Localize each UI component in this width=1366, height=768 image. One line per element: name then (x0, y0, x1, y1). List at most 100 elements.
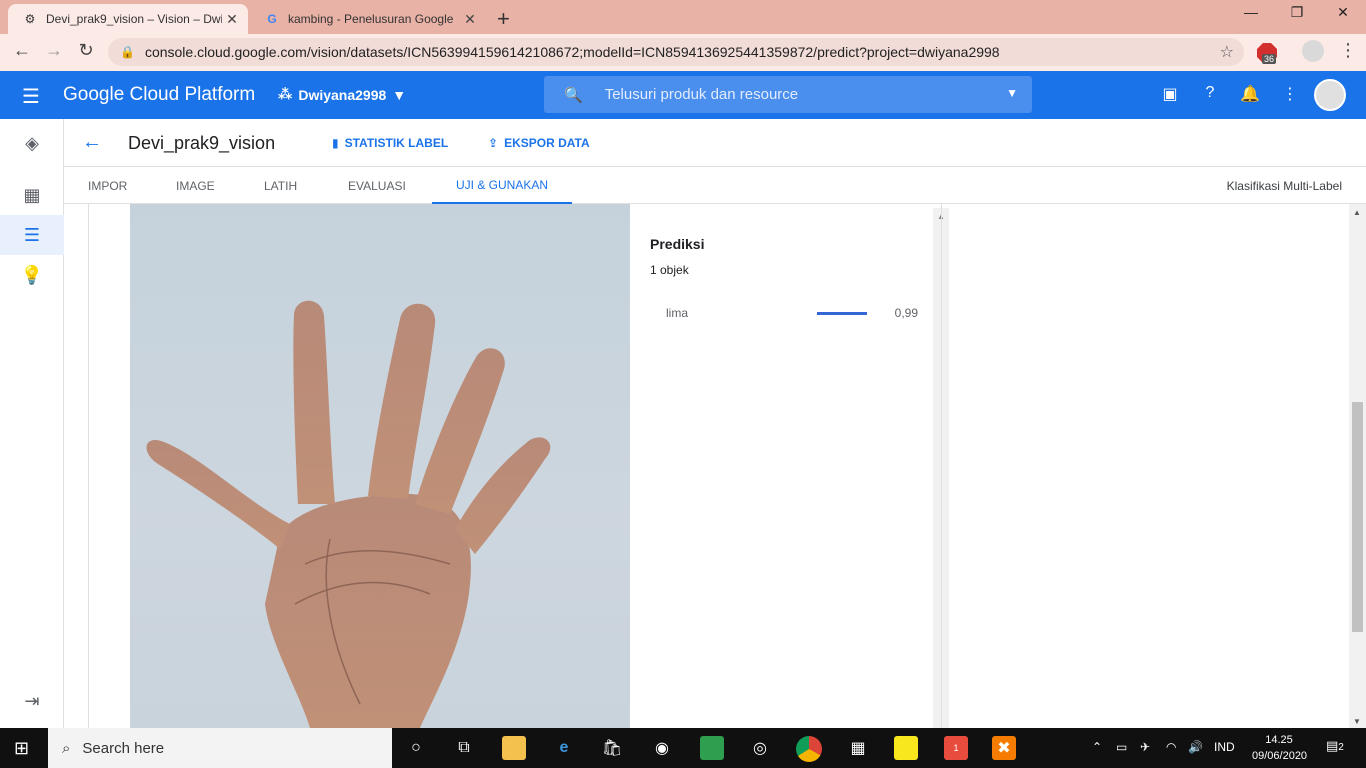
search-placeholder: Telusuri produk dan resource (604, 86, 799, 103)
search-input[interactable]: 🔍 Telusuri produk dan resource ▼ (544, 76, 1032, 113)
restore-window-button[interactable]: ❐ (1274, 4, 1320, 21)
object-count: 1 objek (650, 263, 689, 277)
reload-icon[interactable]: ↻ (74, 40, 98, 61)
bar-chart-icon: ▮ (332, 136, 339, 150)
app-icon[interactable]: 1 (944, 736, 968, 760)
scroll-up-icon[interactable]: ▲ (1353, 208, 1361, 217)
volume-icon[interactable]: 🔊 (1188, 740, 1203, 754)
scrollbar-thumb[interactable] (1352, 402, 1363, 632)
search-icon: ⌕ (62, 739, 71, 757)
label-stats-label: STATISTIK LABEL (344, 136, 449, 150)
tab-uji-gunakan[interactable]: UJI & GUNAKAN (432, 167, 573, 204)
lock-icon[interactable]: 🔒 (120, 45, 135, 59)
back-icon[interactable]: ← (10, 40, 34, 61)
left-rail: ◈ ▦ ☰ 💡 ⇥ (0, 119, 64, 728)
chevron-down-icon: ▼ (392, 86, 407, 103)
new-tab-button[interactable]: + (497, 6, 510, 32)
project-name: Dwiyana2998 (298, 86, 387, 103)
page-scrollbar[interactable]: ▲ ▼ (1349, 204, 1366, 728)
browser-tab-vision[interactable]: ⚙ Devi_prak9_vision – Vision – Dwiy ✕ (8, 4, 248, 34)
prediction-title: Prediksi (650, 236, 705, 252)
prediction-label: lima (666, 306, 689, 320)
network-icon[interactable]: ✈ (1140, 740, 1150, 754)
clock-date: 09/06/2020 (1252, 750, 1308, 762)
bookmark-star-icon[interactable]: ☆ (1220, 42, 1234, 62)
tab-image[interactable]: IMAGE (176, 167, 215, 204)
score-bar-fill (817, 312, 867, 315)
forward-icon[interactable]: → (42, 40, 66, 61)
export-data-label: EKSPOR DATA (504, 136, 590, 150)
google-favicon-icon: G (267, 12, 277, 26)
language-indicator[interactable]: IND (1214, 740, 1235, 754)
scroll-down-icon[interactable]: ▼ (1353, 717, 1361, 726)
action-center-icon[interactable]: ▤2 (1326, 738, 1344, 754)
export-data-button[interactable]: ⇪ EKSPOR DATA (488, 136, 590, 150)
close-tab-icon[interactable]: ✕ (222, 11, 242, 28)
adblock-extension-icon[interactable]: 36 (1256, 42, 1278, 69)
profile-avatar[interactable] (1302, 40, 1324, 62)
hamburger-menu-icon[interactable]: ☰ (22, 84, 40, 109)
chevron-down-icon[interactable]: ▼ (1006, 86, 1018, 100)
search-icon: 🔍 (564, 86, 583, 104)
prediction-score: 0,99 (894, 306, 918, 320)
url-text: console.cloud.google.com/vision/datasets… (144, 44, 1000, 60)
browser-menu-icon[interactable]: ⋮ (1336, 40, 1360, 61)
taskbar-search-input[interactable]: ⌕ Search here (48, 728, 392, 768)
page-tabs: IMPOR IMAGE LATIH EVALUASI UJI & GUNAKAN… (64, 167, 1366, 204)
notifications-icon[interactable]: 🔔 (1240, 84, 1260, 104)
expand-rail-icon[interactable]: ⇥ (0, 681, 64, 721)
show-hidden-icons-icon[interactable]: ⌃ (1092, 740, 1102, 754)
address-bar[interactable]: 🔒 console.cloud.google.com/vision/datase… (108, 38, 1244, 66)
gcp-favicon-icon: ⚙ (24, 12, 36, 26)
tab-evaluasi[interactable]: EVALUASI (348, 167, 406, 204)
extension-badge: 36 (1262, 54, 1277, 64)
xampp-icon[interactable]: ✖ (992, 736, 1016, 760)
sticky-notes-icon[interactable] (894, 736, 918, 760)
test-image (130, 204, 630, 728)
close-tab-icon[interactable]: ✕ (460, 11, 480, 28)
browser-tab-google[interactable]: G kambing - Penelusuran Google ✕ (250, 4, 486, 34)
upload-icon: ⇪ (488, 136, 499, 150)
label-stats-button[interactable]: ▮ STATISTIK LABEL (332, 136, 448, 150)
browser-tab-title: kambing - Penelusuran Google (288, 12, 454, 26)
minimize-window-button[interactable]: — (1228, 4, 1274, 20)
edge-icon[interactable]: e (552, 736, 576, 760)
page-header: ← Devi_prak9_vision ▮ STATISTIK LABEL ⇪ … (64, 119, 1366, 167)
datasets-list-icon[interactable]: ☰ (0, 215, 64, 255)
cortana-icon[interactable]: ○ (404, 736, 428, 760)
notes-icon[interactable] (700, 736, 724, 760)
main-content: Prediksi 1 objek lima 0,99 ▲ (64, 204, 1366, 728)
project-selector[interactable]: ⁂ Dwiyana2998 ▼ (278, 86, 406, 103)
score-bar (817, 312, 867, 315)
store-icon[interactable]: 🛍 (600, 736, 624, 760)
eye-app-icon[interactable]: ◎ (748, 736, 772, 760)
model-type-label: Klasifikasi Multi-Label (1226, 179, 1342, 193)
taskbar-search-placeholder: Search here (82, 739, 165, 757)
browser-tab-strip: ⚙ Devi_prak9_vision – Vision – Dwiy ✕ G … (0, 0, 1366, 34)
file-explorer-icon[interactable] (502, 736, 526, 760)
dashboard-icon[interactable]: ▦ (0, 175, 64, 215)
image-panel: Prediksi 1 objek lima 0,99 ▲ (88, 204, 949, 728)
browser-tab-title: Devi_prak9_vision – Vision – Dwiy (46, 12, 222, 26)
account-avatar[interactable] (1314, 79, 1346, 111)
help-icon[interactable]: ? (1200, 84, 1220, 102)
vision-logo-icon[interactable]: ◈ (0, 123, 64, 163)
prediction-row: lima 0,99 (666, 306, 918, 322)
gcp-brand[interactable]: Google Cloud Platform (63, 84, 255, 106)
media-player-icon[interactable]: ◉ (650, 736, 674, 760)
task-view-icon[interactable]: ⧉ (452, 736, 476, 760)
gcp-header: ☰ Google Cloud Platform ⁂ Dwiyana2998 ▼ … (0, 71, 1366, 119)
battery-icon[interactable]: ▭ (1116, 740, 1127, 754)
calculator-icon[interactable]: ▦ (846, 736, 870, 760)
wifi-icon[interactable]: ◠ (1166, 740, 1176, 754)
tab-impor[interactable]: IMPOR (88, 167, 127, 204)
more-vert-icon[interactable]: ⋮ (1280, 84, 1300, 104)
windows-start-icon[interactable]: ⊞ (14, 738, 29, 759)
cloud-shell-icon[interactable]: ▣ (1160, 84, 1180, 104)
chrome-icon[interactable] (796, 736, 822, 762)
tab-latih[interactable]: LATIH (264, 167, 297, 204)
system-clock[interactable]: 14.25 09/06/2020 (1252, 732, 1308, 764)
close-window-button[interactable]: ✕ (1320, 4, 1366, 21)
back-arrow-icon[interactable]: ← (82, 131, 102, 154)
lightbulb-icon[interactable]: 💡 (0, 255, 64, 295)
